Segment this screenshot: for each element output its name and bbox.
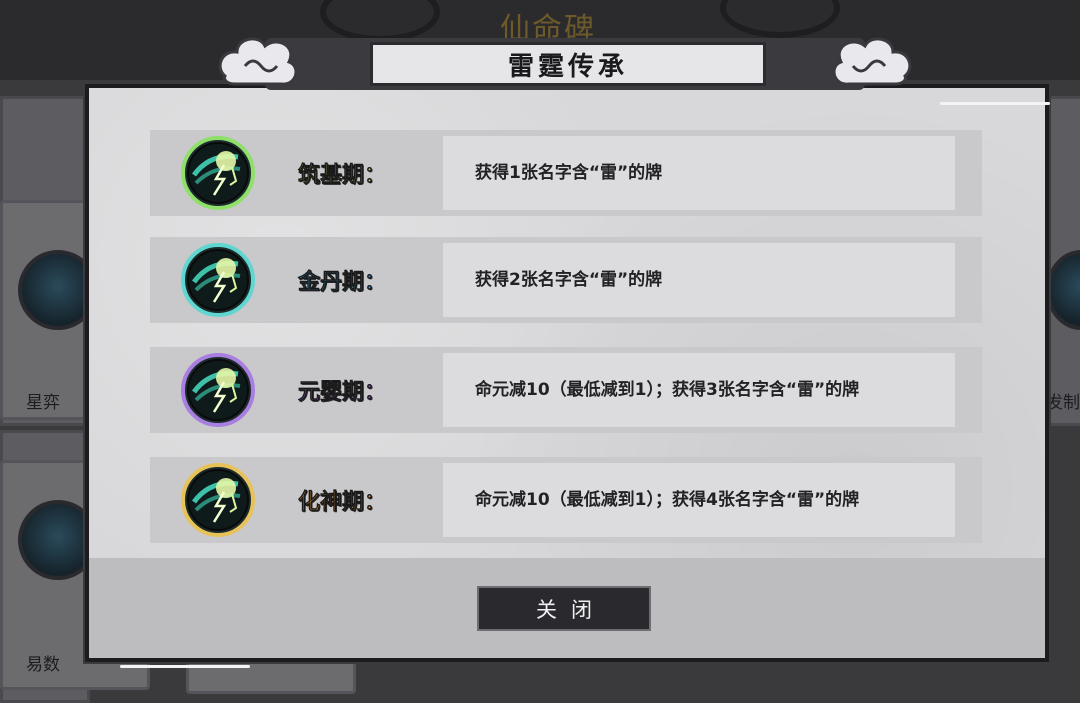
thunder-inheritance-icon bbox=[181, 243, 255, 317]
stage-description: 获得2张名字含“雷”的牌 bbox=[475, 270, 663, 290]
title-plate: 雷霆传承 bbox=[370, 42, 766, 86]
cloud-ornament-icon bbox=[218, 37, 298, 86]
background-left-label-2: 易数 bbox=[26, 655, 60, 675]
close-button[interactable]: 关闭 bbox=[477, 586, 651, 631]
background-left-label: 星弈 bbox=[26, 393, 60, 413]
stage-row: 化神期： 命元减10（最低减到1）；获得4张名字含“雷”的牌 bbox=[150, 457, 982, 543]
cloud-ornament-icon bbox=[832, 37, 912, 86]
stage-name: 金丹期： bbox=[298, 269, 387, 296]
close-button-label: 关闭 bbox=[536, 597, 606, 622]
stage-description: 获得1张名字含“雷”的牌 bbox=[475, 163, 663, 183]
ink-streak-decoration bbox=[120, 665, 250, 668]
stage-row: 元婴期： 命元减10（最低减到1）；获得3张名字含“雷”的牌 bbox=[150, 347, 982, 433]
background-right-label: 发制 bbox=[1046, 393, 1080, 413]
dialog-header: 雷霆传承 bbox=[215, 28, 915, 96]
thunder-inheritance-icon bbox=[181, 136, 255, 210]
stage-name: 化神期： bbox=[298, 489, 387, 516]
thunder-inheritance-icon bbox=[181, 463, 255, 537]
thunder-inheritance-icon bbox=[181, 353, 255, 427]
stage-row: 筑基期： 获得1张名字含“雷”的牌 bbox=[150, 130, 982, 216]
stage-row: 金丹期： 获得2张名字含“雷”的牌 bbox=[150, 237, 982, 323]
ink-streak-decoration bbox=[940, 102, 1050, 105]
stage-name: 筑基期： bbox=[298, 162, 387, 189]
stage-name: 元婴期： bbox=[298, 379, 387, 406]
stage-description: 命元减10（最低减到1）；获得4张名字含“雷”的牌 bbox=[475, 490, 860, 510]
dialog-title: 雷霆传承 bbox=[507, 51, 628, 82]
stage-description: 命元减10（最低减到1）；获得3张名字含“雷”的牌 bbox=[475, 380, 860, 400]
